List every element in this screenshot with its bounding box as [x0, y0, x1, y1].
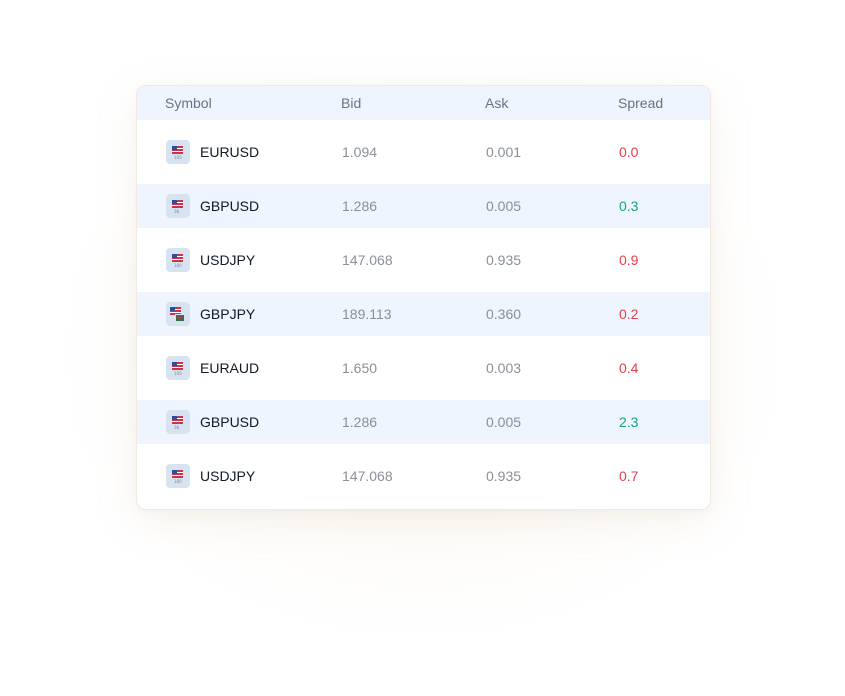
bid-cell: 147.068 — [342, 252, 393, 268]
us-flag-icon: 100 — [166, 140, 190, 164]
spread-cell: 0.2 — [619, 306, 639, 322]
ask-cell: 0.360 — [486, 306, 522, 322]
symbol-cell: GBPJPY — [200, 306, 256, 322]
symbol-cell: EURUSD — [200, 144, 260, 160]
table-row[interactable]: 100 USDJPY 147.068 0.935 0.7 — [137, 454, 710, 498]
spread-cell: 0.0 — [619, 144, 639, 160]
symbol-cell: EURAUD — [200, 360, 260, 376]
quotes-table: Symbol Bid Ask Spread 100 EURUSD 1.094 0… — [136, 85, 711, 510]
us-flag-icon: 100 — [166, 464, 190, 488]
ask-cell: 0.935 — [486, 468, 522, 484]
bid-cell: 1.286 — [342, 414, 378, 430]
table-header: Symbol Bid Ask Spread — [137, 86, 710, 120]
symbol-cell: USDJPY — [200, 252, 256, 268]
ask-cell: 0.005 — [486, 198, 522, 214]
spread-cell: 0.4 — [619, 360, 639, 376]
header-bid[interactable]: Bid — [341, 86, 361, 120]
table-row[interactable]: 100 EURUSD 1.094 0.001 0.0 — [137, 130, 710, 174]
bid-cell: 1.094 — [342, 144, 378, 160]
symbol-cell: GBPUSD — [200, 198, 260, 214]
dual-flag-icon — [166, 302, 190, 326]
bid-cell: 189.113 — [342, 306, 392, 322]
symbol-cell: GBPUSD — [200, 414, 260, 430]
spread-cell: 0.3 — [619, 198, 639, 214]
bid-cell: 147.068 — [342, 468, 393, 484]
spread-cell: 0.7 — [619, 468, 639, 484]
us-flag-icon: 36 — [166, 410, 190, 434]
ask-cell: 0.003 — [486, 360, 522, 376]
bid-cell: 1.650 — [342, 360, 378, 376]
table-row[interactable]: 100 EURAUD 1.650 0.003 0.4 — [137, 346, 710, 390]
table-row[interactable]: GBPJPY 189.113 0.360 0.2 — [137, 292, 710, 336]
header-spread[interactable]: Spread — [618, 86, 663, 120]
table-row[interactable]: 100 USDJPY 147.068 0.935 0.9 — [137, 238, 710, 282]
bid-cell: 1.286 — [342, 198, 378, 214]
symbol-cell: USDJPY — [200, 468, 256, 484]
spread-cell: 0.9 — [619, 252, 639, 268]
us-flag-icon: 36 — [166, 194, 190, 218]
header-ask[interactable]: Ask — [485, 86, 508, 120]
us-flag-icon: 100 — [166, 248, 190, 272]
ask-cell: 0.001 — [486, 144, 522, 160]
ask-cell: 0.935 — [486, 252, 522, 268]
spread-cell: 2.3 — [619, 414, 639, 430]
table-row[interactable]: 36 GBPUSD 1.286 0.005 0.3 — [137, 184, 710, 228]
us-flag-icon: 100 — [166, 356, 190, 380]
header-symbol[interactable]: Symbol — [165, 86, 212, 120]
ask-cell: 0.005 — [486, 414, 522, 430]
table-row[interactable]: 36 GBPUSD 1.286 0.005 2.3 — [137, 400, 710, 444]
